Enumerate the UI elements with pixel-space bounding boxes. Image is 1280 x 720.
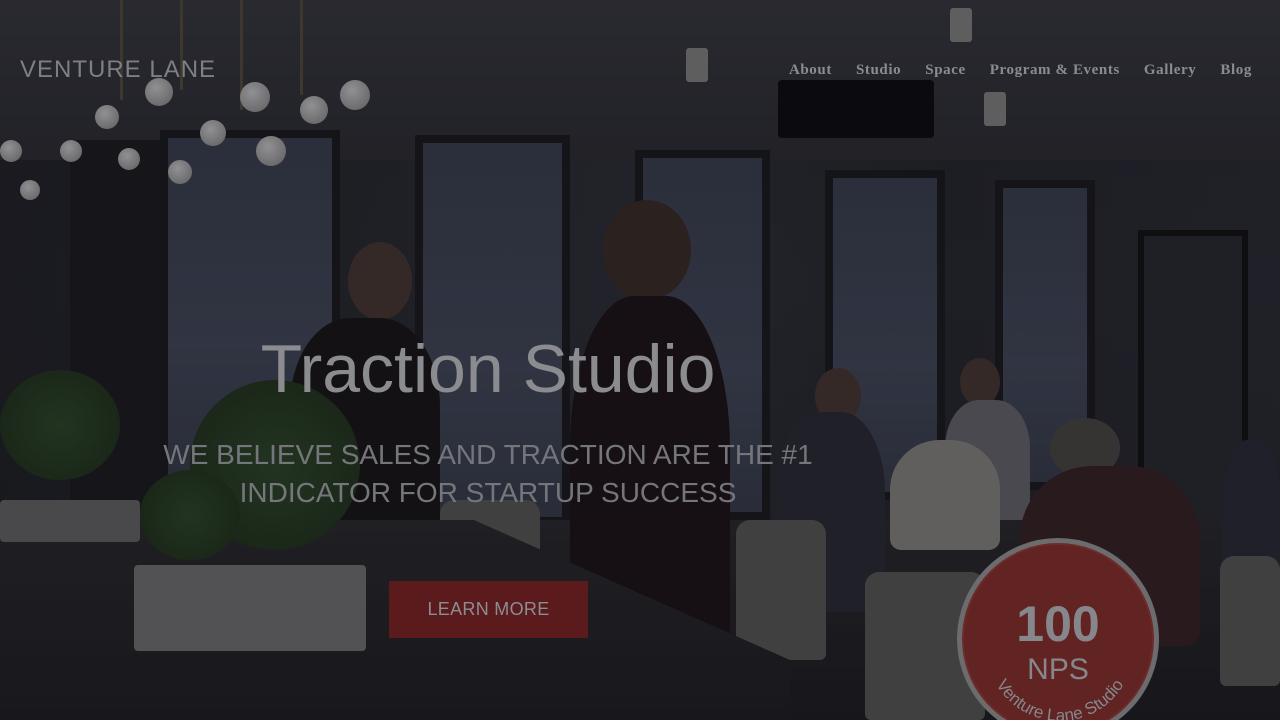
nav-item-blog[interactable]: Blog xyxy=(1208,62,1280,79)
nav-item-space[interactable]: Space xyxy=(913,62,978,79)
badge-arc-label: Venture Lane Studio xyxy=(993,676,1128,720)
nav-item-about[interactable]: About xyxy=(777,62,844,79)
badge-arc-text: Venture Lane Studio xyxy=(993,676,1128,720)
hero-title: Traction Studio xyxy=(260,331,716,407)
hero-tagline-line: WE BELIEVE SALES AND TRACTION ARE THE #1 xyxy=(163,439,813,470)
learn-more-button[interactable]: LEARN MORE xyxy=(389,581,588,638)
main-nav: About Studio Space Program & Events Gall… xyxy=(777,62,1280,79)
nav-item-studio[interactable]: Studio xyxy=(844,62,913,79)
nps-badge: 100 NPS Venture Lane Studio xyxy=(957,538,1159,720)
nav-item-program-events[interactable]: Program & Events xyxy=(978,62,1132,79)
nav-item-gallery[interactable]: Gallery xyxy=(1132,62,1209,79)
brand-logo[interactable]: VENTURE LANE xyxy=(20,56,216,84)
hero-tagline: WE BELIEVE SALES AND TRACTION ARE THE #1… xyxy=(140,436,836,512)
hero-section: VENTURE LANE About Studio Space Program … xyxy=(0,0,1280,720)
hero-tagline-line: INDICATOR FOR STARTUP SUCCESS xyxy=(239,477,737,508)
svg-text:Venture Lane Studio: Venture Lane Studio xyxy=(993,676,1128,720)
